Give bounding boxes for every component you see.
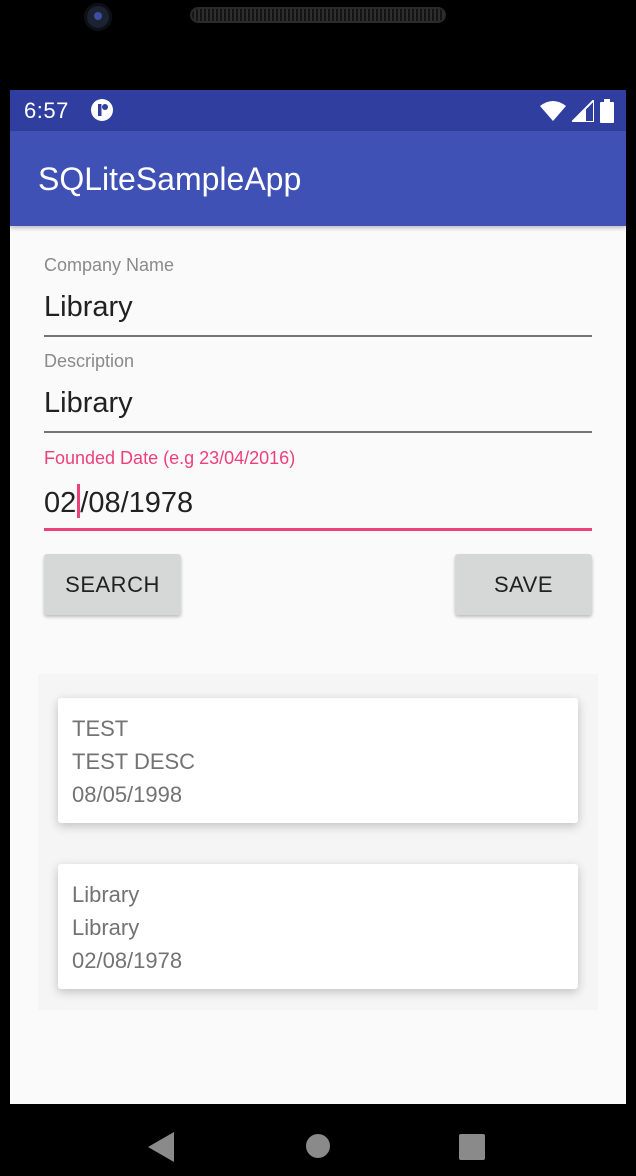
founded-date-label: Founded Date (e.g 23/04/2016) [44,448,296,468]
search-button[interactable]: SEARCH [44,554,181,615]
wifi-icon [540,101,566,121]
navigation-bar [0,1104,636,1176]
front-camera [84,3,112,31]
company-name-label: Company Name [44,255,175,275]
founded-date-underline [44,528,592,531]
status-icons [540,99,614,123]
back-icon[interactable] [148,1132,176,1162]
list-item-name: TEST [72,716,129,741]
list-item-description: Library [72,915,140,940]
list-item-date: 02/08/1978 [72,948,183,973]
status-bar: 6:57 [10,90,626,131]
save-button[interactable]: SAVE [455,554,592,615]
list-item-date: 08/05/1998 [72,782,183,807]
home-icon[interactable] [305,1133,331,1159]
description-underline [44,431,592,433]
company-name-value: Library [44,291,133,323]
cell-signal-icon [572,100,594,122]
founded-date-value: 02/08/1978 [44,484,193,520]
earpiece-speaker [190,7,446,23]
founded-date-value-end: /08/1978 [80,487,194,519]
description-value: Library [44,387,133,419]
app-title: SQLiteSampleApp [38,161,302,197]
app-bar: SQLiteSampleApp [10,131,626,226]
founded-date-value-start: 02 [44,487,77,519]
app-screen: 6:57 SQLiteSampleApp Company Name Librar… [10,90,626,1104]
battery-icon [600,99,614,123]
list-item[interactable]: TEST TEST DESC 08/05/1998 [58,698,578,823]
company-list[interactable]: TEST TEST DESC 08/05/1998 Library Librar… [38,674,598,1010]
description-label: Description [44,351,135,371]
list-item[interactable]: Library Library 02/08/1978 [58,864,578,989]
status-time: 6:57 [24,98,69,123]
company-name-underline [44,335,592,337]
app-notification-icon [91,99,113,121]
recents-icon[interactable] [459,1134,485,1160]
list-item-name: Library [72,882,140,907]
list-item-description: TEST DESC [72,749,196,774]
